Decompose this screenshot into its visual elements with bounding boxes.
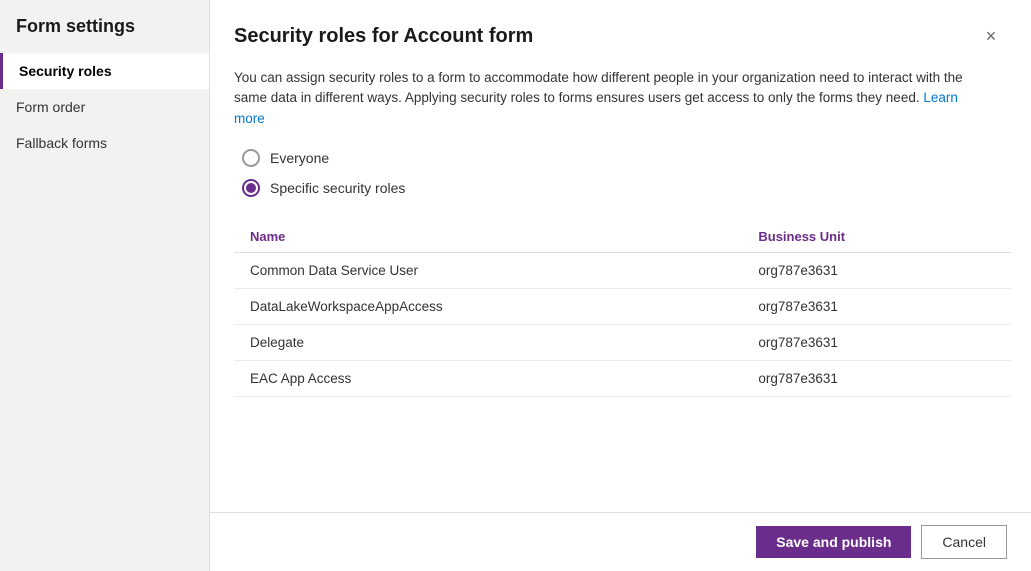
cell-business-unit: org787e3631 [742, 252, 1011, 288]
cell-name: Common Data Service User [234, 252, 742, 288]
radio-group: Everyone Specific security roles [234, 149, 1007, 197]
roles-table: Name Business Unit Common Data Service U… [234, 221, 1011, 397]
table-header: Name Business Unit [234, 221, 1011, 253]
table-row[interactable]: DataLakeWorkspaceAppAccessorg787e3631 [234, 288, 1011, 324]
table-scroll[interactable]: Name Business Unit Common Data Service U… [234, 221, 1031, 512]
table-body: Common Data Service Userorg787e3631DataL… [234, 252, 1011, 396]
col-name: Name [234, 221, 742, 253]
sidebar-item-label: Security roles [19, 63, 112, 79]
save-publish-button[interactable]: Save and publish [756, 526, 911, 558]
main-panel: Security roles for Account form × You ca… [210, 0, 1031, 571]
table-row[interactable]: Common Data Service Userorg787e3631 [234, 252, 1011, 288]
close-button[interactable]: × [975, 20, 1007, 52]
table-row[interactable]: Delegateorg787e3631 [234, 324, 1011, 360]
radio-label-specific: Specific security roles [270, 180, 405, 196]
description-body: You can assign security roles to a form … [234, 70, 963, 105]
sidebar-item-fallback-forms[interactable]: Fallback forms [0, 125, 209, 161]
table-container: Name Business Unit Common Data Service U… [234, 221, 1031, 512]
radio-specific[interactable]: Specific security roles [242, 179, 1007, 197]
cell-business-unit: org787e3631 [742, 288, 1011, 324]
sidebar-item-label: Fallback forms [16, 135, 107, 151]
sidebar-item-label: Form order [16, 99, 85, 115]
sidebar-title: Form settings [0, 16, 209, 53]
radio-circle-everyone [242, 149, 260, 167]
dialog-header: Security roles for Account form × [234, 20, 1007, 52]
dialog-title: Security roles for Account form [234, 25, 533, 48]
radio-everyone[interactable]: Everyone [242, 149, 1007, 167]
sidebar: Form settings Security roles Form order … [0, 0, 210, 571]
footer: Save and publish Cancel [210, 512, 1031, 571]
radio-circle-specific [242, 179, 260, 197]
table-row[interactable]: EAC App Accessorg787e3631 [234, 360, 1011, 396]
cell-business-unit: org787e3631 [742, 324, 1011, 360]
sidebar-item-security-roles[interactable]: Security roles [0, 53, 209, 89]
col-business-unit: Business Unit [742, 221, 1011, 253]
cancel-button[interactable]: Cancel [921, 525, 1007, 559]
cell-name: DataLakeWorkspaceAppAccess [234, 288, 742, 324]
radio-label-everyone: Everyone [270, 150, 329, 166]
cell-name: EAC App Access [234, 360, 742, 396]
cell-business-unit: org787e3631 [742, 360, 1011, 396]
cell-name: Delegate [234, 324, 742, 360]
description-text: You can assign security roles to a form … [234, 68, 964, 129]
sidebar-item-form-order[interactable]: Form order [0, 89, 209, 125]
